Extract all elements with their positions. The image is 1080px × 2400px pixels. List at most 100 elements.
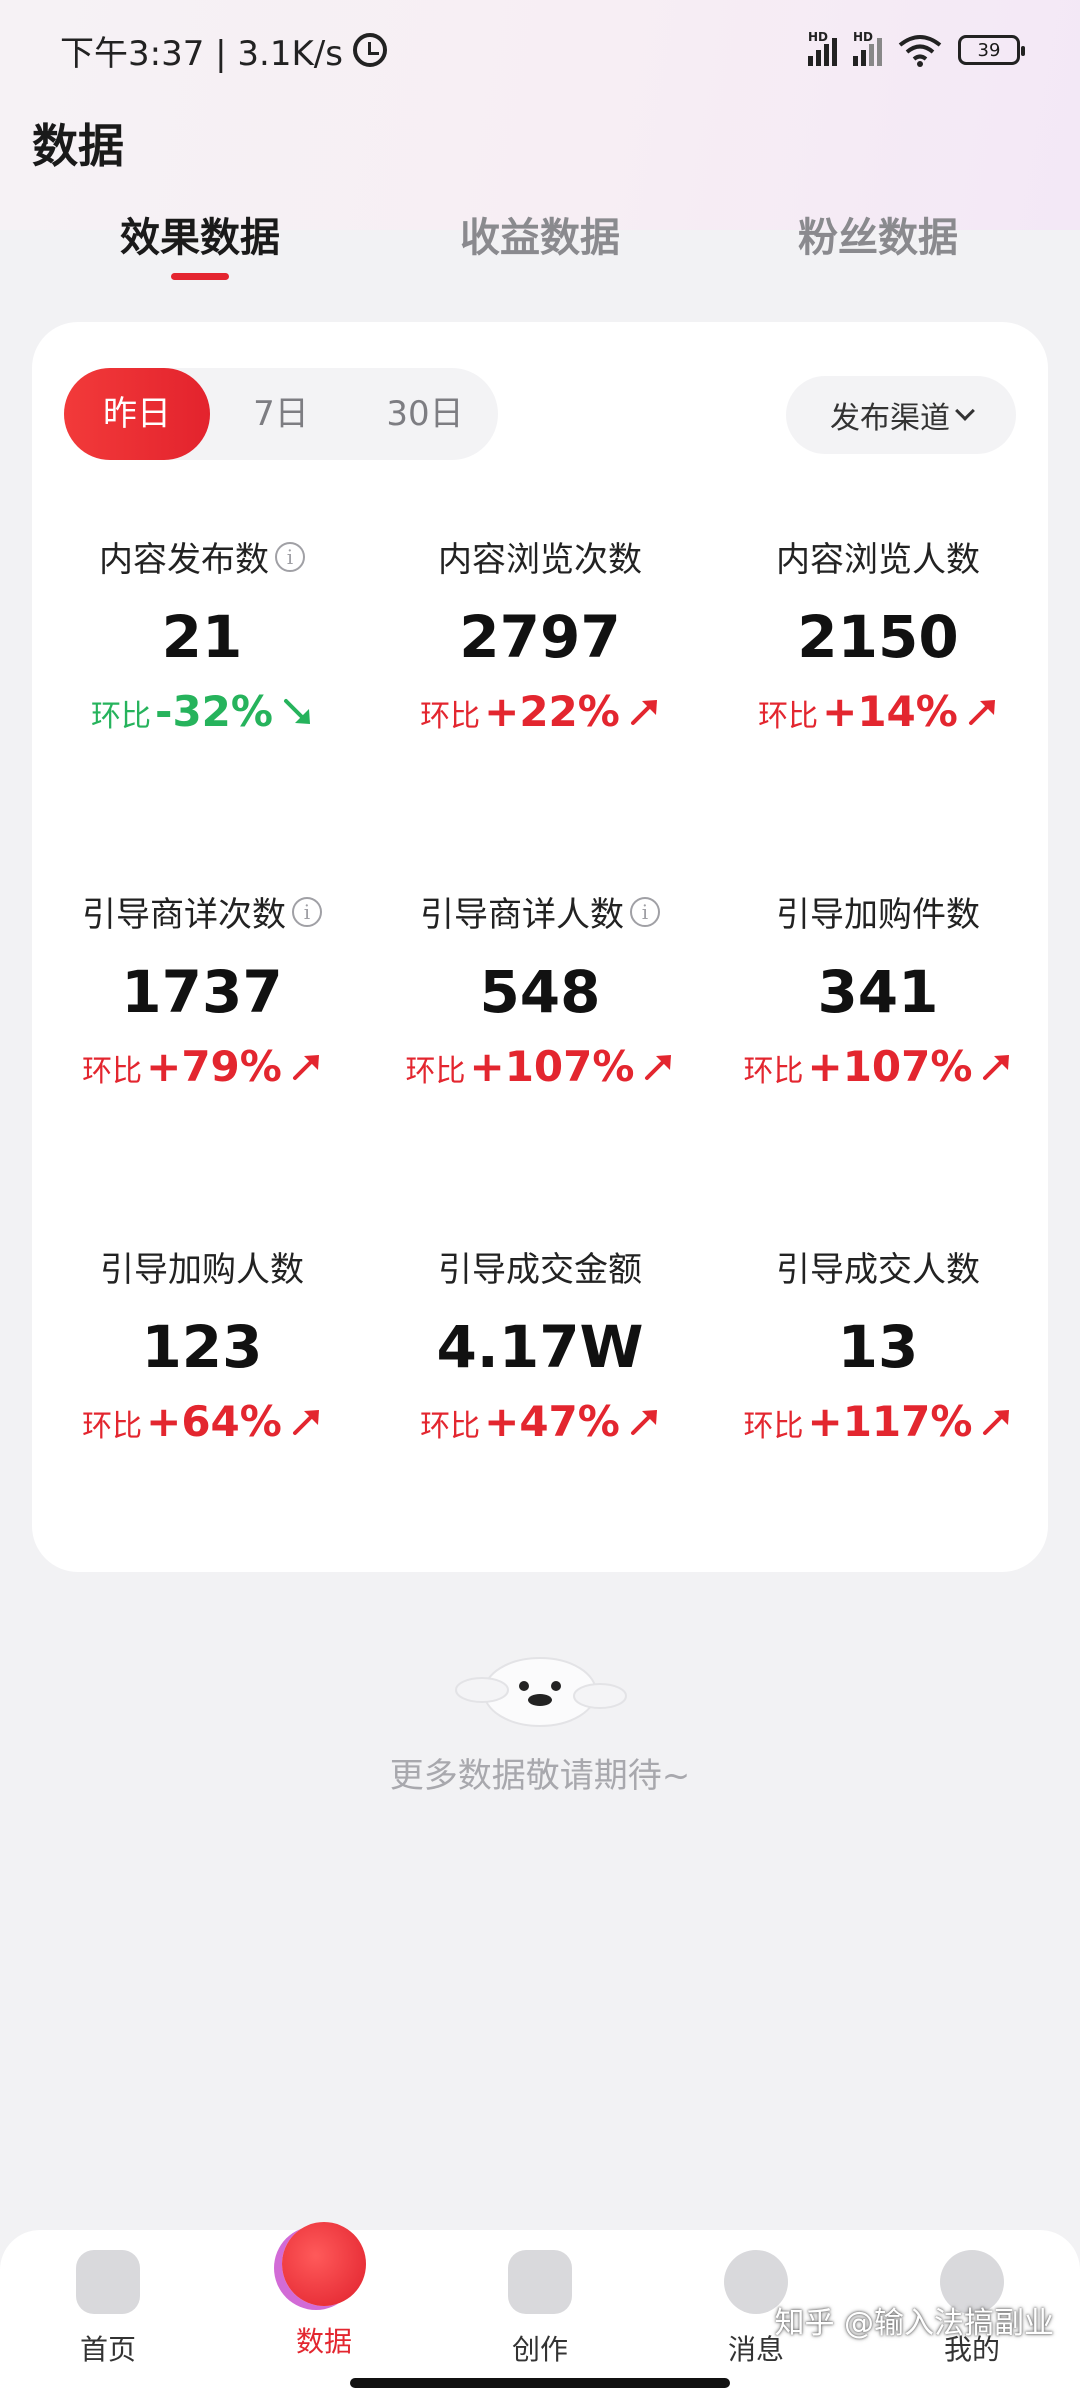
metric-label: 引导商详人数 i	[420, 887, 660, 936]
nav-create[interactable]: 创作	[460, 2230, 620, 2368]
mascot-illustration	[455, 1657, 627, 1727]
battery-level: 39	[977, 39, 1001, 61]
metrics-card: 昨日 7日 30日 发布渠道 内容发布数 i 21 环比 -32% 内容浏览次数 2797 环…	[32, 322, 1048, 1572]
home-indicator[interactable]	[350, 2378, 730, 2388]
metric-label: 内容浏览人数	[776, 532, 980, 581]
nav-home[interactable]: 首页	[28, 2230, 188, 2368]
info-icon[interactable]: i	[275, 541, 305, 572]
status-right: HD HD 39	[808, 30, 1025, 67]
metric-label-text: 内容浏览次数	[438, 540, 642, 580]
metric-label-text: 引导商详次数	[82, 895, 286, 935]
metric-value: 2150	[797, 603, 959, 671]
metric-change: 环比 -32%	[37, 687, 367, 736]
metric-value: 123	[141, 1313, 263, 1381]
channel-filter-dropdown[interactable]: 发布渠道	[786, 376, 1016, 454]
change-prefix: 环比	[82, 1054, 143, 1089]
wifi-icon	[898, 35, 942, 67]
empty-state: 更多数据敬请期待~	[0, 1630, 1080, 1797]
channel-filter-label: 发布渠道	[830, 401, 950, 436]
status-left: 下午3:37 | 3.1K/s	[60, 26, 387, 75]
metric-tile[interactable]: 引导成交人数 13 环比 +117%	[713, 1242, 1043, 1446]
metric-value: 4.17W	[436, 1313, 644, 1381]
trend-up-arrow-icon	[645, 1054, 672, 1080]
change-prefix: 环比	[91, 699, 152, 734]
change-prefix: 环比	[420, 699, 481, 734]
metric-label-text: 引导加购件数	[776, 895, 980, 935]
nav-home-label: 首页	[79, 2333, 136, 2366]
tab-fans-data[interactable]: 粉丝数据	[798, 205, 958, 263]
period-30-days[interactable]: 30日	[352, 368, 498, 460]
metric-tile[interactable]: 引导商详人数 i 548 环比 +107%	[375, 887, 705, 1091]
metric-tile[interactable]: 内容发布数 i 21 环比 -32%	[37, 532, 367, 736]
home-icon	[76, 2250, 140, 2314]
metric-label: 引导加购件数	[776, 887, 980, 936]
change-value: +64%	[146, 1397, 282, 1446]
change-value: -32%	[155, 687, 273, 736]
battery-icon: 39	[958, 35, 1025, 65]
metric-value: 1737	[121, 958, 283, 1026]
metric-change: 环比 +107%	[375, 1042, 705, 1091]
cell-signal-icon: HD	[808, 30, 837, 66]
trend-up-arrow-icon	[630, 1409, 657, 1435]
metric-label-text: 引导加购人数	[100, 1250, 304, 1290]
metric-tile[interactable]: 引导商详次数 i 1737 环比 +79%	[37, 887, 367, 1091]
metric-change: 环比 +47%	[375, 1397, 705, 1446]
trend-up-arrow-icon	[630, 699, 657, 725]
change-value: +79%	[146, 1042, 282, 1091]
metric-tile[interactable]: 引导加购人数 123 环比 +64%	[37, 1242, 367, 1446]
data-icon	[282, 2222, 366, 2306]
trend-up-arrow-icon	[983, 1409, 1010, 1435]
metric-value: 548	[479, 958, 601, 1026]
alarm-icon	[352, 33, 387, 67]
nav-data-label: 数据	[295, 2325, 352, 2358]
change-value: +107%	[807, 1042, 973, 1091]
metric-tile[interactable]: 内容浏览人数 2150 环比 +14%	[713, 532, 1043, 736]
metric-label-text: 内容发布数	[99, 540, 269, 580]
metric-value: 21	[161, 603, 243, 671]
metric-tile[interactable]: 内容浏览次数 2797 环比 +22%	[375, 532, 705, 736]
metric-label: 内容浏览次数	[438, 532, 642, 581]
metric-label-text: 引导商详人数	[420, 895, 624, 935]
metric-value: 2797	[459, 603, 621, 671]
metric-label: 引导成交人数	[776, 1242, 980, 1291]
metric-label: 引导商详次数 i	[82, 887, 322, 936]
metric-label: 引导成交金额	[438, 1242, 642, 1291]
trend-up-arrow-icon	[983, 1054, 1010, 1080]
period-7-days[interactable]: 7日	[210, 368, 352, 460]
info-icon[interactable]: i	[292, 896, 322, 927]
create-icon	[508, 2250, 572, 2314]
metric-label: 内容发布数 i	[99, 532, 305, 581]
nav-create-label: 创作	[511, 2333, 568, 2366]
period-yesterday[interactable]: 昨日	[64, 368, 210, 460]
tab-revenue-data[interactable]: 收益数据	[460, 205, 620, 263]
metric-change: 环比 +22%	[375, 687, 705, 736]
change-prefix: 环比	[743, 1409, 804, 1444]
metric-change: 环比 +14%	[713, 687, 1043, 736]
change-prefix: 环比	[758, 699, 819, 734]
tab-effect-data[interactable]: 效果数据	[120, 205, 280, 263]
info-icon[interactable]: i	[630, 896, 660, 927]
nav-data[interactable]: 数据	[244, 2222, 404, 2360]
metric-tile[interactable]: 引导成交金额 4.17W 环比 +47%	[375, 1242, 705, 1446]
metric-change: 环比 +64%	[37, 1397, 367, 1446]
change-prefix: 环比	[743, 1054, 804, 1089]
metric-change: 环比 +117%	[713, 1397, 1043, 1446]
change-value: +117%	[807, 1397, 973, 1446]
page-title: 数据	[32, 119, 124, 173]
metric-change: 环比 +79%	[37, 1042, 367, 1091]
change-value: +47%	[484, 1397, 620, 1446]
trend-up-arrow-icon	[968, 699, 995, 725]
metric-label-text: 内容浏览人数	[776, 540, 980, 580]
change-prefix: 环比	[82, 1409, 143, 1444]
change-prefix: 环比	[420, 1409, 481, 1444]
status-time-speed: 下午3:37 | 3.1K/s	[60, 33, 343, 74]
trend-up-arrow-icon	[292, 1409, 319, 1435]
metric-tile[interactable]: 引导加购件数 341 环比 +107%	[713, 887, 1043, 1091]
metric-label-text: 引导成交人数	[776, 1250, 980, 1290]
metric-value: 341	[817, 958, 939, 1026]
trend-down-arrow-icon	[283, 698, 310, 724]
metric-label-text: 引导成交金额	[438, 1250, 642, 1290]
change-prefix: 环比	[405, 1054, 466, 1089]
metric-change: 环比 +107%	[713, 1042, 1043, 1091]
bottom-nav: 首页 数据 创作 消息 我的 知乎 @输入法搞副业	[0, 2222, 1080, 2400]
